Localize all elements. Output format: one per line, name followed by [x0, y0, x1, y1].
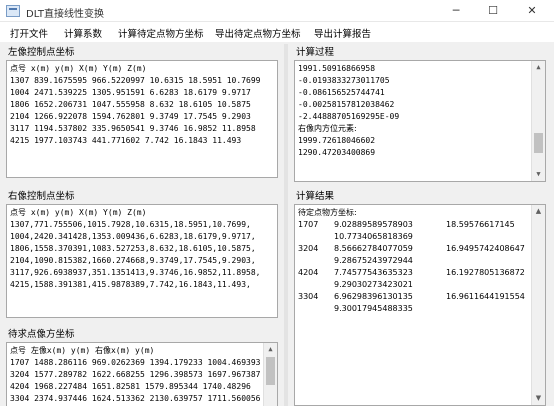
menu-export-object-coords[interactable]: 导出待定点物方坐标 [215, 26, 301, 40]
coord-y: 16.1927805136872 [446, 268, 525, 277]
right-control-textbox[interactable]: 点号 x(m) y(m) X(m) Y(m) Z(m) 1307,771.755… [6, 204, 278, 318]
point-id: 3304 [298, 292, 319, 301]
text-line: 1290.47203400869 [298, 148, 376, 157]
result-scrollbar[interactable]: ▲ ▼ [531, 205, 545, 405]
text-line: -0.0193833273011705 [298, 76, 390, 85]
coord-x: 7.74577543635323 [334, 268, 413, 277]
process-label: 计算过程 [296, 47, 335, 58]
text-line: 1806,1558.370391,1083.527253,8.632,18.61… [10, 244, 256, 253]
scroll-up-arrow-icon[interactable]: ▲ [532, 61, 545, 74]
text-line: 2104 1266.922078 1594.762801 9.3749 17.7… [10, 112, 251, 121]
window-title: DLT直接线性变换 [26, 9, 105, 20]
result-row: 4204 7.74577543635323 16.1927805136872 [298, 267, 527, 279]
result-textbox[interactable]: 待定点物方坐标: 1707 9.02889589578903 18.595766… [294, 204, 546, 406]
coord-z: 9.30017945488335 [334, 304, 413, 313]
text-line: 点号 x(m) y(m) X(m) Y(m) Z(m) [10, 208, 147, 217]
result-row: 1707 9.02889589578903 18.59576617145 [298, 219, 527, 231]
left-control-label: 左像控制点坐标 [8, 47, 75, 58]
text-line: 3117 1194.537802 335.9650541 9.3746 16.9… [10, 124, 256, 133]
result-heading: 待定点物方坐标: [298, 208, 357, 217]
process-textbox[interactable]: 1991.50916866958 -0.0193833273011705 -0.… [294, 60, 546, 182]
pending-points-group: 待求点像方坐标 点号 左像x(m) y(m) 右像x(m) y(m) 1707 … [6, 326, 280, 406]
menu-open-file[interactable]: 打开文件 [10, 26, 48, 40]
scroll-thumb[interactable] [266, 357, 275, 385]
scroll-up-arrow-icon[interactable]: ▲ [532, 205, 545, 218]
result-row: 3204 8.56662784077059 16.9495742408647 [298, 243, 527, 255]
coord-x: 9.02889589578903 [334, 220, 413, 229]
vertical-splitter[interactable] [284, 44, 288, 406]
menu-bar: 打开文件 计算系数 计算待定点物方坐标 导出待定点物方坐标 导出计算报告 [0, 22, 554, 42]
result-row-cont: 9.30017945488335 [298, 303, 527, 315]
text-line: 3204 1577.289782 1622.668255 1296.398573… [10, 370, 261, 379]
result-row-cont: 9.29030273423021 [298, 279, 527, 291]
result-row: 3304 6.96298396130135 16.9611644191554 [298, 291, 527, 303]
text-line: 4204 1968.227484 1651.82581 1579.895344 … [10, 382, 251, 391]
scroll-down-arrow-icon[interactable]: ▼ [532, 392, 545, 405]
text-line: 2104,1090.815382,1660.274668,9.3749,17.7… [10, 256, 256, 265]
right-control-group: 右像控制点坐标 点号 x(m) y(m) X(m) Y(m) Z(m) 1307… [6, 188, 280, 320]
text-line: 1004,2420.341428,1353.009436,6.6283,18.6… [10, 232, 256, 241]
scroll-thumb[interactable] [534, 133, 543, 153]
coord-x: 6.96298396130135 [334, 292, 413, 301]
right-control-label: 右像控制点坐标 [8, 191, 75, 202]
text-line: 4215,1588.391381,415.9878389,7.742,16.18… [10, 280, 251, 289]
text-line: 1806 1652.206731 1047.555958 8.632 18.61… [10, 100, 251, 109]
menu-compute-object-coords[interactable]: 计算待定点物方坐标 [118, 26, 204, 40]
coord-z: 9.29030273423021 [334, 280, 413, 289]
point-id: 4204 [298, 268, 319, 277]
menu-export-report[interactable]: 导出计算报告 [314, 26, 371, 40]
text-line: -2.44888705169295E-09 [298, 112, 400, 121]
scroll-down-arrow-icon[interactable]: ▼ [532, 168, 545, 181]
text-line: 4215 1977.103743 441.771602 7.742 16.184… [10, 136, 242, 145]
process-scrollbar[interactable]: ▲ ▼ [531, 61, 545, 181]
process-group: 计算过程 1991.50916866958 -0.019383327301170… [294, 44, 548, 184]
result-row-cont: 10.7734065818369 [298, 231, 527, 243]
coord-y: 18.59576617145 [446, 220, 515, 229]
text-line: 1999.72618046602 [298, 136, 376, 145]
app-window-icon [6, 5, 20, 17]
point-id: 1707 [298, 220, 319, 229]
title-bar: DLT直接线性变换 ─ ☐ ✕ [0, 0, 554, 22]
text-line: 1707 1488.286116 969.0262369 1394.179233… [10, 358, 261, 367]
maximize-button[interactable]: ☐ [479, 0, 507, 22]
point-id: 3204 [298, 244, 319, 253]
coord-y: 16.9495742408647 [446, 244, 525, 253]
text-line: 1004 2471.539225 1305.951591 6.6283 18.6… [10, 88, 251, 97]
result-row-cont: 9.28675243972944 [298, 255, 527, 267]
text-line: 3304 2374.937446 1624.513362 2130.639757… [10, 394, 261, 403]
text-line: -0.00258157812038462 [298, 100, 395, 109]
result-group: 计算结果 待定点物方坐标: 1707 9.02889589578903 18.5… [294, 188, 548, 406]
text-line: 点号 x(m) y(m) X(m) Y(m) Z(m) [10, 64, 147, 73]
close-button[interactable]: ✕ [518, 0, 546, 22]
text-line: 1307 839.1675595 966.5220997 10.6315 18.… [10, 76, 261, 85]
pending-scrollbar[interactable]: ▲ [263, 343, 277, 406]
left-control-group: 左像控制点坐标 点号 x(m) y(m) X(m) Y(m) Z(m) 1307… [6, 44, 280, 180]
scroll-up-arrow-icon[interactable]: ▲ [264, 343, 277, 356]
text-line: 1307,771.755506,1015.7928,10.6315,18.595… [10, 220, 251, 229]
text-line: -0.086156525744741 [298, 88, 385, 97]
pending-points-label: 待求点像方坐标 [8, 329, 75, 340]
coord-z: 9.28675243972944 [334, 256, 413, 265]
result-label: 计算结果 [296, 191, 335, 202]
left-control-textbox[interactable]: 点号 x(m) y(m) X(m) Y(m) Z(m) 1307 839.167… [6, 60, 278, 178]
text-line: 1991.50916866958 [298, 64, 376, 73]
text-line: 点号 左像x(m) y(m) 右像x(m) y(m) [10, 346, 155, 355]
coord-x: 8.56662784077059 [334, 244, 413, 253]
minimize-button[interactable]: ─ [442, 0, 470, 22]
coord-y: 16.9611644191554 [446, 292, 525, 301]
text-line: 3117,926.6938937,351.1351413,9.3746,16.9… [10, 268, 261, 277]
text-line: 右像内方位元素: [298, 124, 357, 133]
menu-compute-coefficients[interactable]: 计算系数 [64, 26, 102, 40]
pending-points-textbox[interactable]: 点号 左像x(m) y(m) 右像x(m) y(m) 1707 1488.286… [6, 342, 278, 406]
coord-z: 10.7734065818369 [334, 232, 413, 241]
